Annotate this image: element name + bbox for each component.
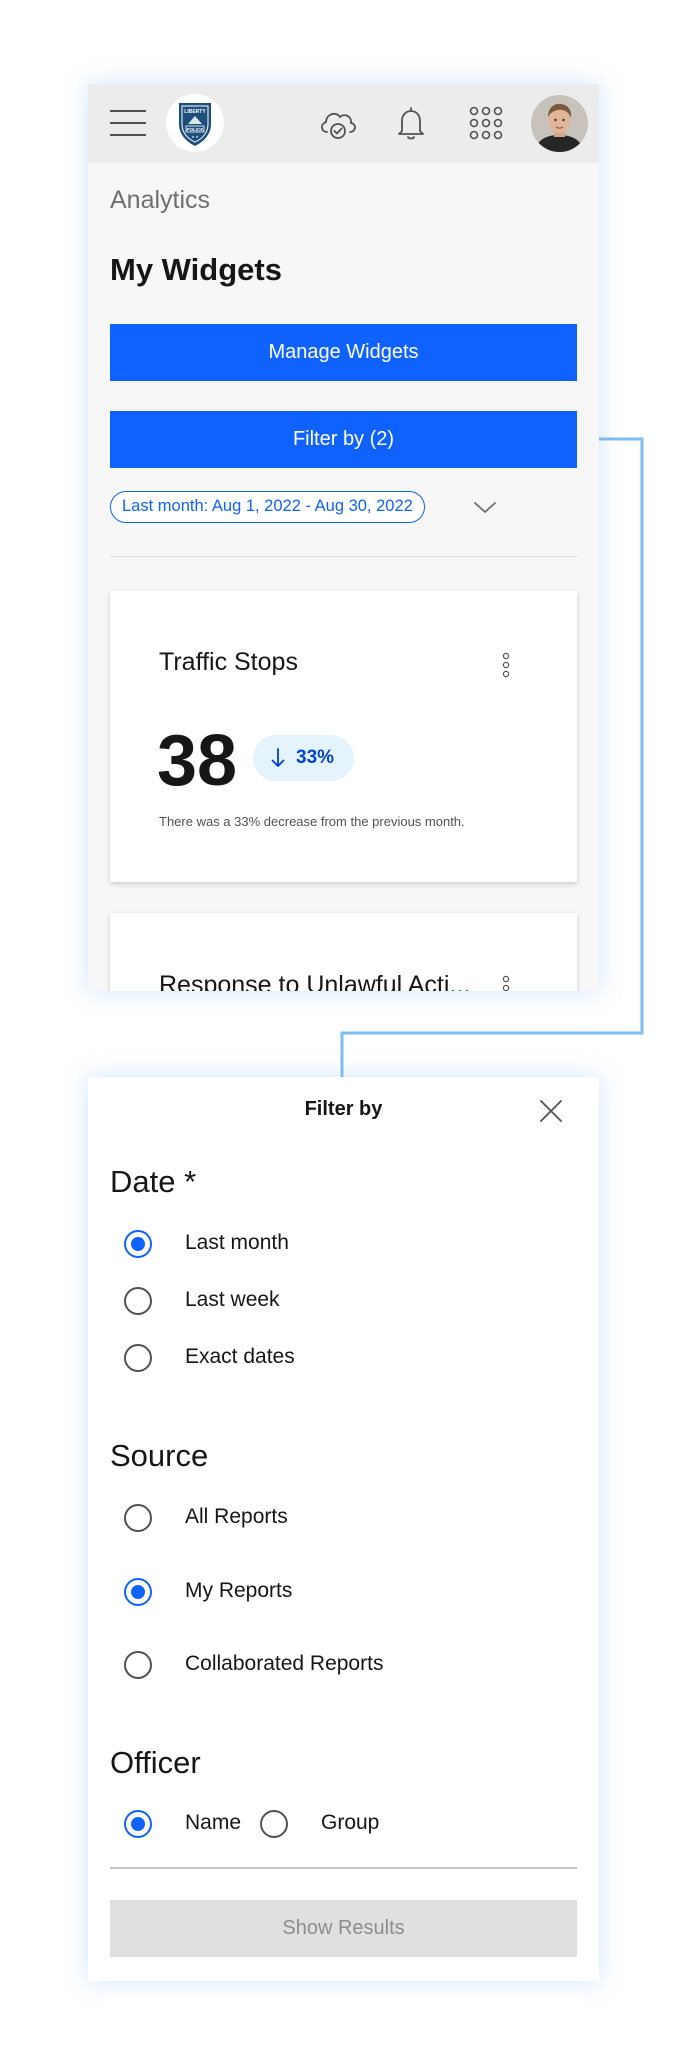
top-navigation-bar: LIBERTY POLICE ★ ★ xyxy=(88,84,599,163)
show-results-button[interactable]: Show Results xyxy=(110,1900,577,1957)
date-filter-tag[interactable]: Last month: Aug 1, 2022 - Aug 30, 2022 xyxy=(110,491,425,523)
app-grid-icon[interactable] xyxy=(465,102,507,144)
widget-card-unlawful-action: Response to Unlawful Acti... xyxy=(110,913,577,991)
radio-button[interactable] xyxy=(124,1287,152,1315)
close-icon[interactable] xyxy=(537,1097,565,1125)
radio-button[interactable] xyxy=(124,1651,152,1679)
filter-panel-title: Filter by xyxy=(304,1098,383,1120)
trend-badge: 33% xyxy=(253,735,354,781)
radio-label: Name xyxy=(185,1811,242,1834)
widget-note: There was a 33% decrease from the previo… xyxy=(159,814,465,829)
notification-bell-icon[interactable] xyxy=(390,102,432,144)
radio-button[interactable] xyxy=(260,1810,288,1838)
widget-title: Traffic Stops xyxy=(159,648,298,676)
radio-label: Group xyxy=(321,1811,380,1834)
svg-text:LIBERTY: LIBERTY xyxy=(184,109,206,115)
overflow-menu-icon[interactable] xyxy=(500,651,512,679)
divider xyxy=(110,1867,577,1869)
radio-button[interactable] xyxy=(124,1578,152,1606)
filter-panel: Filter by Date * Last month Last week Ex… xyxy=(88,1077,599,1981)
officer-section-title: Officer xyxy=(110,1745,201,1780)
chevron-down-icon[interactable] xyxy=(472,494,498,520)
cloud-sync-icon[interactable] xyxy=(317,102,359,144)
trend-value: 33% xyxy=(296,747,335,768)
svg-text:★ ★: ★ ★ xyxy=(191,135,199,139)
radio-button[interactable] xyxy=(124,1810,152,1838)
arrow-down-icon xyxy=(271,747,285,769)
radio-button[interactable] xyxy=(124,1344,152,1372)
widget-card-traffic-stops: Traffic Stops 38 33% There was a 33% dec… xyxy=(110,591,577,882)
radio-label: All Reports xyxy=(185,1505,288,1528)
filter-by-button[interactable]: Filter by (2) xyxy=(110,411,577,468)
source-section-title: Source xyxy=(110,1438,209,1473)
user-avatar[interactable] xyxy=(531,95,588,152)
widget-metric-value: 38 xyxy=(157,721,238,801)
svg-text:POLICE: POLICE xyxy=(187,127,204,132)
analytics-screen: LIBERTY POLICE ★ ★ Analytics My Widgets … xyxy=(88,84,599,991)
date-section-title: Date * xyxy=(110,1164,197,1199)
breadcrumb[interactable]: Analytics xyxy=(110,186,210,215)
radio-label: Exact dates xyxy=(185,1345,295,1368)
radio-label: My Reports xyxy=(185,1579,293,1602)
divider xyxy=(110,556,577,557)
radio-button[interactable] xyxy=(124,1230,152,1258)
overflow-menu-icon[interactable] xyxy=(500,974,512,991)
radio-label: Last week xyxy=(185,1288,280,1311)
police-badge-logo: LIBERTY POLICE ★ ★ xyxy=(166,94,224,152)
radio-label: Last month xyxy=(185,1231,289,1254)
manage-widgets-button[interactable]: Manage Widgets xyxy=(110,324,577,381)
radio-button[interactable] xyxy=(124,1504,152,1532)
radio-label: Collaborated Reports xyxy=(185,1652,384,1675)
page-title: My Widgets xyxy=(110,252,282,287)
menu-icon[interactable] xyxy=(110,110,146,136)
widget-title: Response to Unlawful Acti... xyxy=(159,971,471,991)
